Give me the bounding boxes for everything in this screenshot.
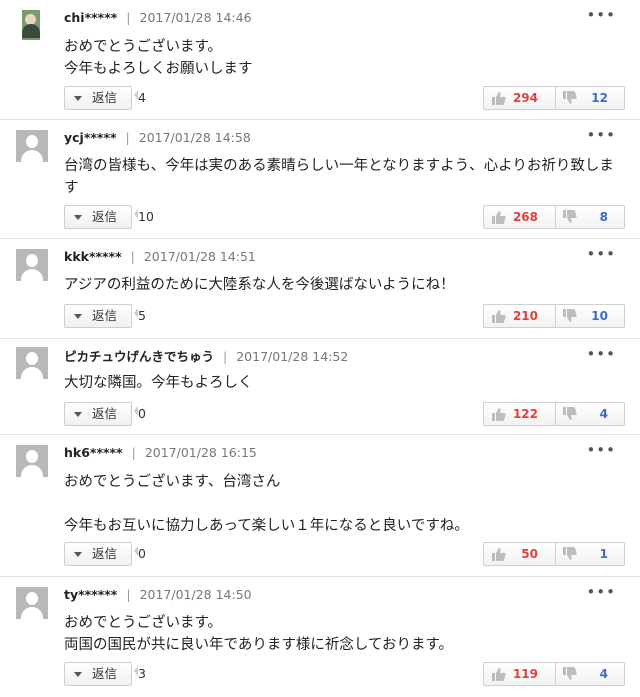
thumbs-up-icon[interactable]: [492, 210, 506, 224]
reply-count: 0: [134, 542, 146, 566]
thumbs-up-icon[interactable]: [492, 91, 506, 105]
vote-box: 294 12: [483, 86, 625, 110]
comment-text: 台湾の皆様も、今年は実のある素晴らしい一年となりますよう、心よりお祈り致します: [64, 158, 614, 196]
reply-button[interactable]: 返信: [64, 205, 132, 229]
timestamp: 2017/01/28 14:52: [236, 349, 349, 364]
thumbs-up-icon[interactable]: [492, 309, 506, 323]
vote-box: 268 8: [483, 205, 625, 229]
more-options-icon[interactable]: •••: [586, 245, 616, 263]
comment-item: ycj***** | 2017/01/28 14:58 ••• 台湾の皆様も、今年は…: [0, 120, 640, 239]
comment-item: ピカチュウげんきでちゅう | 2017/01/28 14:52 ••• 大切な隣国。…: [0, 339, 640, 435]
dislike-count: 12: [591, 91, 608, 105]
like-count: 268: [512, 210, 538, 224]
thumbs-up-icon[interactable]: [492, 547, 506, 561]
username[interactable]: ピカチュウげんきでちゅう: [64, 349, 214, 364]
more-options-icon[interactable]: •••: [586, 441, 616, 459]
vote-box: 122 4: [483, 402, 625, 426]
timestamp: 2017/01/28 14:46: [139, 10, 252, 25]
username[interactable]: chi*****: [64, 10, 117, 25]
comment-meta: chi***** | 2017/01/28 14:46: [64, 10, 252, 25]
more-options-icon[interactable]: •••: [586, 6, 616, 24]
reply-button[interactable]: 返信: [64, 86, 132, 110]
dislike-count: 4: [599, 667, 608, 681]
timestamp: 2017/01/28 14:51: [143, 249, 256, 264]
reply-count: 0: [134, 402, 146, 426]
thumbs-up-icon[interactable]: [492, 667, 506, 681]
like-count: 294: [512, 91, 538, 105]
timestamp: 2017/01/28 14:58: [138, 130, 251, 145]
comment-meta: ピカチュウげんきでちゅう | 2017/01/28 14:52: [64, 349, 349, 364]
avatar[interactable]: [16, 130, 48, 162]
reply-button[interactable]: 返信: [64, 304, 132, 328]
caret-down-icon: [74, 215, 82, 220]
avatar[interactable]: [22, 10, 40, 40]
comment-text: おめでとうございます、台湾さん 今年もお互いに協力しあって楽しい１年になると良い…: [64, 474, 469, 534]
more-options-icon[interactable]: •••: [586, 345, 616, 363]
reply-count: 10: [134, 205, 154, 229]
reply-count: 3: [134, 662, 146, 686]
like-count: 122: [512, 407, 538, 421]
vote-box: 210 10: [483, 304, 625, 328]
thumbs-down-icon[interactable]: [563, 667, 577, 681]
dislike-count: 1: [599, 547, 608, 561]
caret-down-icon: [74, 672, 82, 677]
comment-meta: ty****** | 2017/01/28 14:50: [64, 587, 252, 602]
dislike-count: 8: [599, 210, 608, 224]
username[interactable]: hk6*****: [64, 445, 123, 460]
thumbs-down-icon[interactable]: [563, 91, 577, 105]
timestamp: 2017/01/28 14:50: [139, 587, 252, 602]
comment-meta: kkk***** | 2017/01/28 14:51: [64, 249, 256, 264]
comment-item: ty****** | 2017/01/28 14:50 ••• おめでとうございます…: [0, 577, 640, 697]
like-count: 210: [512, 309, 538, 323]
comment-item: kkk***** | 2017/01/28 14:51 ••• アジアの利益のために…: [0, 239, 640, 339]
avatar[interactable]: [16, 445, 48, 477]
comment-text: 大切な隣国。今年もよろしく: [64, 375, 253, 391]
like-count: 119: [512, 667, 538, 681]
comment-text: アジアの利益のために大陸系な人を今後選ばないようにね！: [64, 277, 455, 293]
reply-count: 4: [134, 86, 146, 110]
caret-down-icon: [74, 96, 82, 101]
timestamp: 2017/01/28 16:15: [144, 445, 257, 460]
caret-down-icon: [74, 314, 82, 319]
thumbs-down-icon[interactable]: [563, 309, 577, 323]
comment-meta: hk6***** | 2017/01/28 16:15: [64, 445, 257, 460]
reply-button[interactable]: 返信: [64, 542, 132, 566]
reply-button[interactable]: 返信: [64, 402, 132, 426]
thumbs-down-icon[interactable]: [563, 407, 577, 421]
vote-box: 50 1: [483, 542, 625, 566]
caret-down-icon: [74, 412, 82, 417]
comment-text: おめでとうございます。 今年もよろしくお願いします: [64, 39, 253, 77]
avatar[interactable]: [16, 347, 48, 379]
comment-item: chi***** | 2017/01/28 14:46 ••• おめでとうございます…: [0, 0, 640, 120]
more-options-icon[interactable]: •••: [586, 583, 616, 601]
comment-meta: ycj***** | 2017/01/28 14:58: [64, 130, 251, 145]
thumbs-up-icon[interactable]: [492, 407, 506, 421]
avatar[interactable]: [16, 249, 48, 281]
more-options-icon[interactable]: •••: [586, 126, 616, 144]
dislike-count: 4: [599, 407, 608, 421]
avatar[interactable]: [16, 587, 48, 619]
vote-box: 119 4: [483, 662, 625, 686]
thumbs-down-icon[interactable]: [563, 210, 577, 224]
username[interactable]: ycj*****: [64, 130, 117, 145]
reply-count: 5: [134, 304, 146, 328]
username[interactable]: kkk*****: [64, 249, 122, 264]
thumbs-down-icon[interactable]: [563, 547, 577, 561]
comment-item: hk6***** | 2017/01/28 16:15 ••• おめでとうございます…: [0, 435, 640, 577]
dislike-count: 10: [591, 309, 608, 323]
reply-button[interactable]: 返信: [64, 662, 132, 686]
caret-down-icon: [74, 552, 82, 557]
comment-text: おめでとうございます。 両国の国民が共に良い年であります様に祈念しております。: [64, 615, 454, 653]
username[interactable]: ty******: [64, 587, 117, 602]
like-count: 50: [521, 547, 538, 561]
